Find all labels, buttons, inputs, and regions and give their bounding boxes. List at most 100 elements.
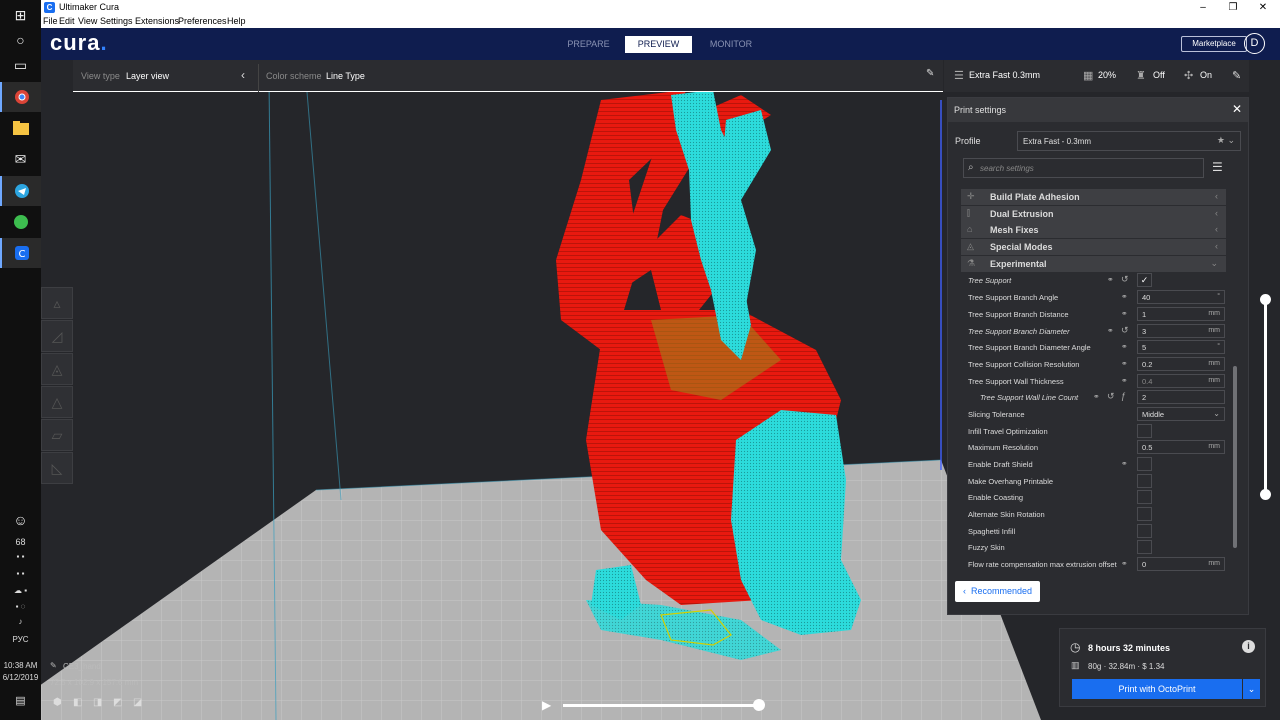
telegram-icon[interactable] bbox=[0, 176, 41, 206]
menu-preferences[interactable]: Preferences bbox=[178, 16, 227, 26]
collision-resolution-input[interactable]: 0.2 mm bbox=[1137, 356, 1225, 371]
app-green-icon[interactable] bbox=[0, 207, 41, 237]
account-avatar[interactable]: D bbox=[1244, 33, 1265, 54]
tray-time[interactable]: 10:38 AM bbox=[0, 661, 41, 670]
category-mesh-fixes[interactable]: ⌂ Mesh Fixes ‹ bbox=[961, 222, 1226, 239]
reset-icon[interactable]: ↺ bbox=[1107, 391, 1115, 402]
chevron-left-icon: ‹ bbox=[1215, 207, 1218, 218]
menu-help[interactable]: Help bbox=[227, 16, 246, 26]
volume-icon[interactable]: ♪ bbox=[0, 617, 41, 626]
tray-date[interactable]: 6/12/2019 bbox=[0, 673, 41, 682]
menu-settings[interactable]: Settings bbox=[100, 16, 133, 26]
flow-rate-compensation-input[interactable]: 0 mm bbox=[1137, 557, 1225, 572]
menu-file[interactable]: File bbox=[43, 16, 58, 26]
overhang-printable-checkbox[interactable] bbox=[1137, 473, 1152, 488]
layer-slider-top-handle[interactable] bbox=[1260, 294, 1271, 305]
tray-language[interactable]: РУС bbox=[0, 635, 41, 644]
search-input[interactable] bbox=[980, 162, 1190, 175]
layer-slider-bottom-handle[interactable] bbox=[1260, 489, 1271, 500]
tray-icons-row-4: ▪ ◌ bbox=[15, 602, 26, 611]
close-icon[interactable]: ✕ bbox=[1232, 102, 1242, 116]
info-icon[interactable]: i bbox=[1242, 640, 1255, 653]
profile-dropdown[interactable]: Extra Fast - 0.3mm ★ ⌄ bbox=[1017, 131, 1241, 151]
settings-list[interactable]: ✛ Build Plate Adhesion ‹ ⫿ Dual Extrusio… bbox=[961, 189, 1226, 574]
people-icon[interactable]: ☺ bbox=[0, 505, 41, 535]
marketplace-button[interactable]: Marketplace bbox=[1181, 36, 1247, 52]
right-view-icon[interactable]: ◪ bbox=[133, 697, 142, 708]
top-view-icon[interactable]: ◨ bbox=[93, 697, 102, 708]
chevron-down-icon[interactable]: ⌄ bbox=[1243, 679, 1260, 699]
branch-diameter-angle-input[interactable]: 5 ° bbox=[1137, 340, 1225, 355]
cura-taskbar-icon[interactable]: C bbox=[0, 238, 41, 268]
wall-thickness-input[interactable]: 0.4 mm bbox=[1137, 373, 1225, 388]
setting-maximum-resolution: Maximum Resolution 0.5 mm bbox=[961, 439, 1226, 456]
settings-scrollbar[interactable] bbox=[1233, 366, 1237, 548]
print-setup-bar[interactable]: ☰ Extra Fast 0.3mm ▦ 20% ♜ Off ✣ On ✎ bbox=[944, 60, 1249, 92]
tab-monitor[interactable]: MONITOR bbox=[701, 36, 761, 53]
filament-icon: ▥ bbox=[1071, 660, 1080, 670]
alternate-skin-rotation-checkbox[interactable] bbox=[1137, 507, 1152, 522]
rotate-tool-icon[interactable]: ◬ bbox=[41, 353, 73, 385]
menu-view[interactable]: View bbox=[78, 16, 97, 26]
tree-support-checkbox[interactable]: ✓ bbox=[1137, 273, 1152, 288]
setting-branch-diameter: Tree Support Branch Diameter ⚭ ↺ 3 mm bbox=[961, 323, 1226, 340]
category-dual-extrusion[interactable]: ⫿ Dual Extrusion ‹ bbox=[961, 205, 1226, 222]
print-with-octoprint-button[interactable]: Print with OctoPrint bbox=[1072, 679, 1242, 699]
menu-edit[interactable]: Edit bbox=[59, 16, 75, 26]
slicing-tolerance-dropdown[interactable]: Middle ⌄ bbox=[1137, 406, 1225, 421]
mirror-tool-icon[interactable]: △ bbox=[41, 386, 73, 418]
minimize-button[interactable]: – bbox=[1188, 0, 1218, 15]
chevron-left-icon[interactable]: ‹ bbox=[241, 68, 245, 82]
chevron-down-icon: ⌄ bbox=[1210, 257, 1218, 268]
maximize-button[interactable]: ❐ bbox=[1218, 0, 1248, 15]
color-scheme-selector[interactable]: Line Type bbox=[326, 71, 365, 81]
coasting-checkbox[interactable] bbox=[1137, 490, 1152, 505]
edit-icon[interactable]: ✎ bbox=[1232, 69, 1241, 82]
infill-summary[interactable]: 20% bbox=[1098, 70, 1116, 80]
left-view-icon[interactable]: ◩ bbox=[113, 697, 122, 708]
move-tool-icon[interactable]: ▵ bbox=[41, 287, 73, 319]
wall-line-count-input[interactable]: 2 bbox=[1137, 390, 1225, 405]
support-summary[interactable]: Off bbox=[1153, 70, 1165, 80]
profile-summary[interactable]: Extra Fast 0.3mm bbox=[969, 70, 1040, 80]
pencil-icon[interactable]: ✎ bbox=[926, 68, 934, 79]
fuzzy-skin-checkbox[interactable] bbox=[1137, 540, 1152, 555]
reset-icon[interactable]: ↺ bbox=[1121, 274, 1129, 285]
branch-distance-input[interactable]: 1 mm bbox=[1137, 306, 1225, 321]
mail-icon[interactable]: ✉ bbox=[0, 144, 41, 174]
3d-view-icon[interactable]: ⬢ bbox=[53, 697, 62, 708]
search-settings-box[interactable]: ⌕ bbox=[963, 158, 1204, 178]
setting-collision-resolution: Tree Support Collision Resolution ⚭ 0.2 m… bbox=[961, 356, 1226, 373]
branch-diameter-input[interactable]: 3 mm bbox=[1137, 323, 1225, 338]
tab-prepare[interactable]: PREPARE bbox=[560, 36, 617, 53]
spaghetti-infill-checkbox[interactable] bbox=[1137, 523, 1152, 538]
front-view-icon[interactable]: ◧ bbox=[73, 697, 82, 708]
play-icon[interactable]: ▶ bbox=[542, 698, 551, 712]
menu-extensions[interactable]: Extensions bbox=[135, 16, 179, 26]
notifications-icon[interactable]: ▤ bbox=[0, 694, 41, 707]
support-blocker-icon[interactable]: ◺ bbox=[41, 452, 73, 484]
chrome-icon[interactable] bbox=[0, 82, 41, 112]
slider-handle[interactable] bbox=[753, 699, 765, 711]
layer-slider[interactable] bbox=[1260, 294, 1271, 500]
scale-tool-icon[interactable]: ◿ bbox=[41, 320, 73, 352]
category-special-modes[interactable]: ◬ Special Modes ‹ bbox=[961, 239, 1226, 256]
category-build-plate-adhesion[interactable]: ✛ Build Plate Adhesion ‹ bbox=[961, 189, 1226, 205]
layer-path-slider[interactable] bbox=[563, 699, 765, 711]
reset-icon[interactable]: ↺ bbox=[1121, 325, 1129, 336]
tab-preview[interactable]: PREVIEW bbox=[625, 36, 692, 53]
draft-shield-checkbox[interactable] bbox=[1137, 457, 1152, 471]
task-view-icon[interactable]: ▭ bbox=[0, 50, 41, 80]
adhesion-summary[interactable]: On bbox=[1200, 70, 1212, 80]
infill-travel-optimization-checkbox[interactable] bbox=[1137, 423, 1152, 438]
category-experimental[interactable]: ⚗ Experimental ⌄ bbox=[961, 255, 1226, 272]
per-model-settings-icon[interactable]: ▱ bbox=[41, 419, 73, 451]
view-type-selector[interactable]: Layer view bbox=[126, 71, 169, 81]
recommended-button[interactable]: ‹ Recommended bbox=[955, 581, 1040, 602]
close-window-button[interactable]: ✕ bbox=[1248, 0, 1278, 15]
maximum-resolution-input[interactable]: 0.5 mm bbox=[1137, 440, 1225, 455]
file-explorer-icon[interactable] bbox=[0, 113, 41, 143]
settings-visibility-menu-icon[interactable]: ☰ bbox=[1212, 160, 1223, 174]
pencil-icon[interactable]: ✎ bbox=[50, 661, 57, 670]
branch-angle-input[interactable]: 40 ° bbox=[1137, 290, 1225, 305]
